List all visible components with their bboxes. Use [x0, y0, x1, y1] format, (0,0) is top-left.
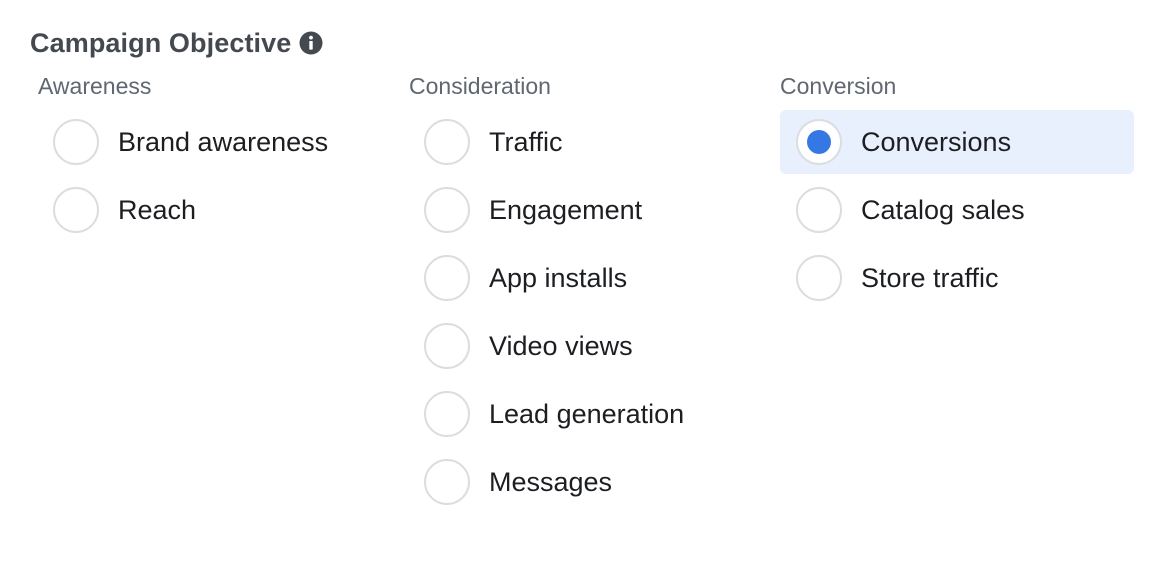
radio-button[interactable] — [424, 187, 470, 233]
option-label: Store traffic — [861, 262, 999, 293]
radio-button[interactable] — [424, 255, 470, 301]
radio-button[interactable] — [53, 187, 99, 233]
option-video-views[interactable]: Video views — [409, 314, 749, 378]
option-brand-awareness[interactable]: Brand awareness — [38, 110, 378, 174]
option-label: Video views — [489, 330, 633, 361]
option-store-traffic[interactable]: Store traffic — [780, 246, 1134, 310]
option-label: Brand awareness — [118, 126, 329, 157]
campaign-objective-header: Campaign Objective — [30, 26, 323, 60]
objective-group-awareness: Awareness Brand awareness Reach — [38, 70, 378, 246]
option-label: Engagement — [489, 194, 643, 225]
page-title: Campaign Objective — [30, 27, 292, 58]
radio-button[interactable] — [796, 119, 842, 165]
radio-selected-dot — [807, 130, 831, 154]
option-catalog-sales[interactable]: Catalog sales — [780, 178, 1134, 242]
group-heading-conversion: Conversion — [780, 73, 897, 99]
radio-button[interactable] — [424, 323, 470, 369]
option-label: Reach — [118, 194, 197, 225]
option-label: Traffic — [489, 126, 563, 157]
option-lead-generation[interactable]: Lead generation — [409, 382, 749, 446]
option-app-installs[interactable]: App installs — [409, 246, 749, 310]
option-traffic[interactable]: Traffic — [409, 110, 749, 174]
radio-button[interactable] — [424, 119, 470, 165]
option-label: App installs — [489, 262, 628, 293]
option-reach[interactable]: Reach — [38, 178, 378, 242]
info-icon[interactable] — [299, 31, 323, 55]
group-heading-consideration: Consideration — [409, 73, 551, 99]
option-list: Conversions Catalog sales Store traffic — [780, 110, 1134, 310]
option-label: Lead generation — [489, 398, 685, 429]
option-list: Brand awareness Reach — [38, 110, 378, 242]
radio-button[interactable] — [796, 255, 842, 301]
option-label: Messages — [489, 466, 613, 497]
option-list: Traffic Engagement App installs Video vi… — [409, 110, 749, 514]
option-engagement[interactable]: Engagement — [409, 178, 749, 242]
objective-group-consideration: Consideration Traffic Engagement App ins… — [409, 70, 749, 518]
radio-button[interactable] — [796, 187, 842, 233]
option-conversions[interactable]: Conversions — [780, 110, 1134, 174]
objective-group-conversion: Conversion Conversions Catalog sales Sto… — [780, 70, 1134, 314]
option-label: Conversions — [861, 126, 1012, 157]
option-label: Catalog sales — [861, 194, 1025, 225]
radio-button[interactable] — [424, 459, 470, 505]
group-heading-awareness: Awareness — [38, 73, 152, 99]
radio-button[interactable] — [424, 391, 470, 437]
option-messages[interactable]: Messages — [409, 450, 749, 514]
radio-button[interactable] — [53, 119, 99, 165]
